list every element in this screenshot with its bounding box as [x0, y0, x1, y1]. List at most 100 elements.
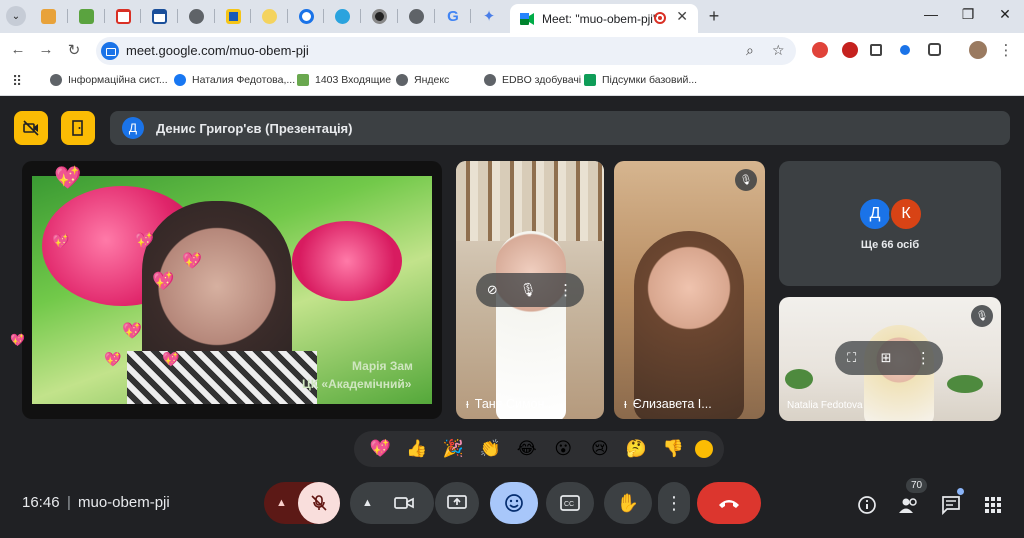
- mic-toggle-button[interactable]: [298, 482, 340, 524]
- add-tile-icon[interactable]: ⊞: [881, 350, 892, 366]
- heart-icon: 💖: [54, 165, 82, 190]
- extension-crop-icon[interactable]: [870, 44, 882, 56]
- people-icon: [899, 498, 917, 513]
- facebook-icon: [174, 74, 186, 86]
- participant-tile[interactable]: ⊘ 🎙 ⋮ ᵻ Таня Симон...: [456, 161, 604, 419]
- plant: [947, 375, 983, 393]
- tab-ring[interactable]: [360, 5, 398, 27]
- more-options-icon[interactable]: ⋮: [558, 281, 573, 299]
- captions-button[interactable]: CC: [546, 482, 594, 524]
- emoji-icon: [505, 494, 523, 512]
- more-options-button[interactable]: ⋮: [658, 482, 690, 524]
- bookmark-item[interactable]: Наталия Федотова,...: [174, 74, 295, 86]
- participant-tile[interactable]: 🎙 ᵻ Єлизавета І...: [614, 161, 765, 419]
- reaction-clap[interactable]: 👏: [475, 439, 505, 459]
- extensions-puzzle-icon[interactable]: [928, 43, 941, 56]
- mic-options-button[interactable]: ▲: [264, 482, 340, 524]
- more-participants-tile[interactable]: Д К Ще 66 осіб: [779, 161, 1001, 286]
- camera-icon[interactable]: [394, 494, 414, 512]
- reactions-button[interactable]: [490, 482, 538, 524]
- document-icon: [225, 8, 241, 24]
- leave-presentation-button[interactable]: [61, 111, 95, 145]
- reaction-party[interactable]: 🎉: [438, 439, 468, 459]
- reaction-thumbs-down[interactable]: 👎: [658, 439, 688, 459]
- heart-icon: 💖: [182, 253, 202, 270]
- presenter-label: Денис Григор'єв (Презентація): [156, 120, 353, 136]
- mail-icon: [297, 74, 309, 86]
- reaction-thinking[interactable]: 🤔: [621, 439, 651, 459]
- more-vert-icon: ⋮: [665, 492, 683, 513]
- tab-calendar[interactable]: [140, 5, 178, 27]
- globe-icon: [484, 74, 496, 86]
- more-options-icon[interactable]: ⋮: [916, 349, 931, 367]
- meeting-details-button[interactable]: [850, 488, 884, 522]
- tab-chat[interactable]: [250, 5, 288, 27]
- extension-blue-icon[interactable]: [900, 45, 910, 55]
- bookmark-item[interactable]: Підсумки базовий...: [584, 74, 697, 86]
- zoom-icon[interactable]: ⌕: [746, 42, 754, 59]
- tab-globe[interactable]: [177, 5, 215, 27]
- extension-red-icon[interactable]: [842, 42, 858, 58]
- reaction-sad[interactable]: 😢: [585, 439, 615, 459]
- site-info-icon[interactable]: [101, 42, 119, 60]
- camera-options-button[interactable]: ▲: [350, 482, 434, 524]
- mic-icon[interactable]: 🎙: [520, 282, 537, 298]
- bookmark-item[interactable]: Яндекс: [396, 74, 449, 86]
- heart-icon: 💖: [134, 233, 154, 250]
- new-tab-button[interactable]: +: [704, 6, 724, 27]
- reaction-laugh[interactable]: 😂: [512, 439, 542, 459]
- restore-button[interactable]: ❐: [953, 6, 983, 23]
- chat-button[interactable]: [934, 488, 968, 522]
- reload-button[interactable]: ↻: [64, 41, 84, 59]
- participant-tile[interactable]: ⛶ ⊞ ⋮ 🎙 Natalia Fedotova: [779, 297, 1001, 421]
- tab-gmail[interactable]: [104, 5, 142, 27]
- present-screen-button[interactable]: [435, 482, 479, 524]
- participant-name: Natalia Fedotova: [787, 400, 863, 411]
- forward-button[interactable]: →: [36, 41, 56, 58]
- close-window-button[interactable]: ✕: [990, 6, 1020, 23]
- adblock-icon[interactable]: [812, 42, 828, 58]
- notification-dot: [957, 488, 964, 495]
- participant-tile-main[interactable]: 💖 💖 💖 💖 💖 💖 💖 💖 Марія Зам ЦК «Академічни…: [22, 161, 442, 419]
- plant: [785, 369, 813, 389]
- tab-document[interactable]: [214, 5, 252, 27]
- minimize-button[interactable]: —: [916, 6, 946, 22]
- bookmark-star-icon[interactable]: ☆: [772, 42, 785, 59]
- tab-meet-active[interactable]: Meet: "muo-obem-pji" ✕: [510, 4, 698, 33]
- hang-up-icon: [719, 500, 739, 508]
- tab-globe2[interactable]: [397, 5, 435, 27]
- address-bar[interactable]: meet.google.com/muo-obem-pji ⌕ ☆: [96, 37, 796, 65]
- tab-search-button[interactable]: ⌄: [2, 5, 30, 27]
- presenter-avatar: Д: [122, 117, 144, 139]
- reaction-sparkling-heart[interactable]: 💖: [365, 439, 395, 459]
- leave-call-button[interactable]: [697, 482, 761, 524]
- apps-grid-icon[interactable]: ⠿: [12, 73, 22, 90]
- info-icon: [858, 496, 876, 514]
- bookmark-item[interactable]: 1403 Входящие: [297, 74, 391, 86]
- menu-kebab-icon[interactable]: ⋮: [996, 41, 1016, 59]
- reaction-surprised[interactable]: 😮: [548, 439, 578, 459]
- back-button[interactable]: ←: [8, 41, 28, 58]
- tab-drive[interactable]: [67, 5, 105, 27]
- close-tab-icon[interactable]: ✕: [676, 8, 688, 25]
- people-button[interactable]: 70: [892, 478, 928, 522]
- tab-gift[interactable]: [29, 5, 67, 27]
- tab-telegram[interactable]: [323, 5, 361, 27]
- captions-icon: CC: [560, 495, 580, 511]
- globe-icon: [408, 8, 424, 24]
- activities-button[interactable]: [976, 488, 1010, 522]
- frame-icon[interactable]: ⛶: [847, 350, 856, 366]
- skin-tone-button[interactable]: [694, 440, 713, 458]
- bookmark-item[interactable]: EDBO здобувачі: [484, 74, 581, 86]
- hide-presenter-button[interactable]: [14, 111, 48, 145]
- tab-gemini[interactable]: ✦: [470, 5, 508, 27]
- mic-off-icon: [311, 495, 327, 511]
- profile-avatar[interactable]: [969, 41, 987, 59]
- bookmark-item[interactable]: Інформаційна сист...: [50, 74, 168, 86]
- reaction-thumbs-up[interactable]: 👍: [402, 439, 432, 459]
- tab-google[interactable]: G: [434, 5, 472, 27]
- unpin-icon[interactable]: ⊘: [487, 282, 498, 298]
- tab-edge[interactable]: [287, 5, 325, 27]
- raise-hand-button[interactable]: ✋: [604, 482, 652, 524]
- tile-controls: ⛶ ⊞ ⋮: [835, 341, 943, 375]
